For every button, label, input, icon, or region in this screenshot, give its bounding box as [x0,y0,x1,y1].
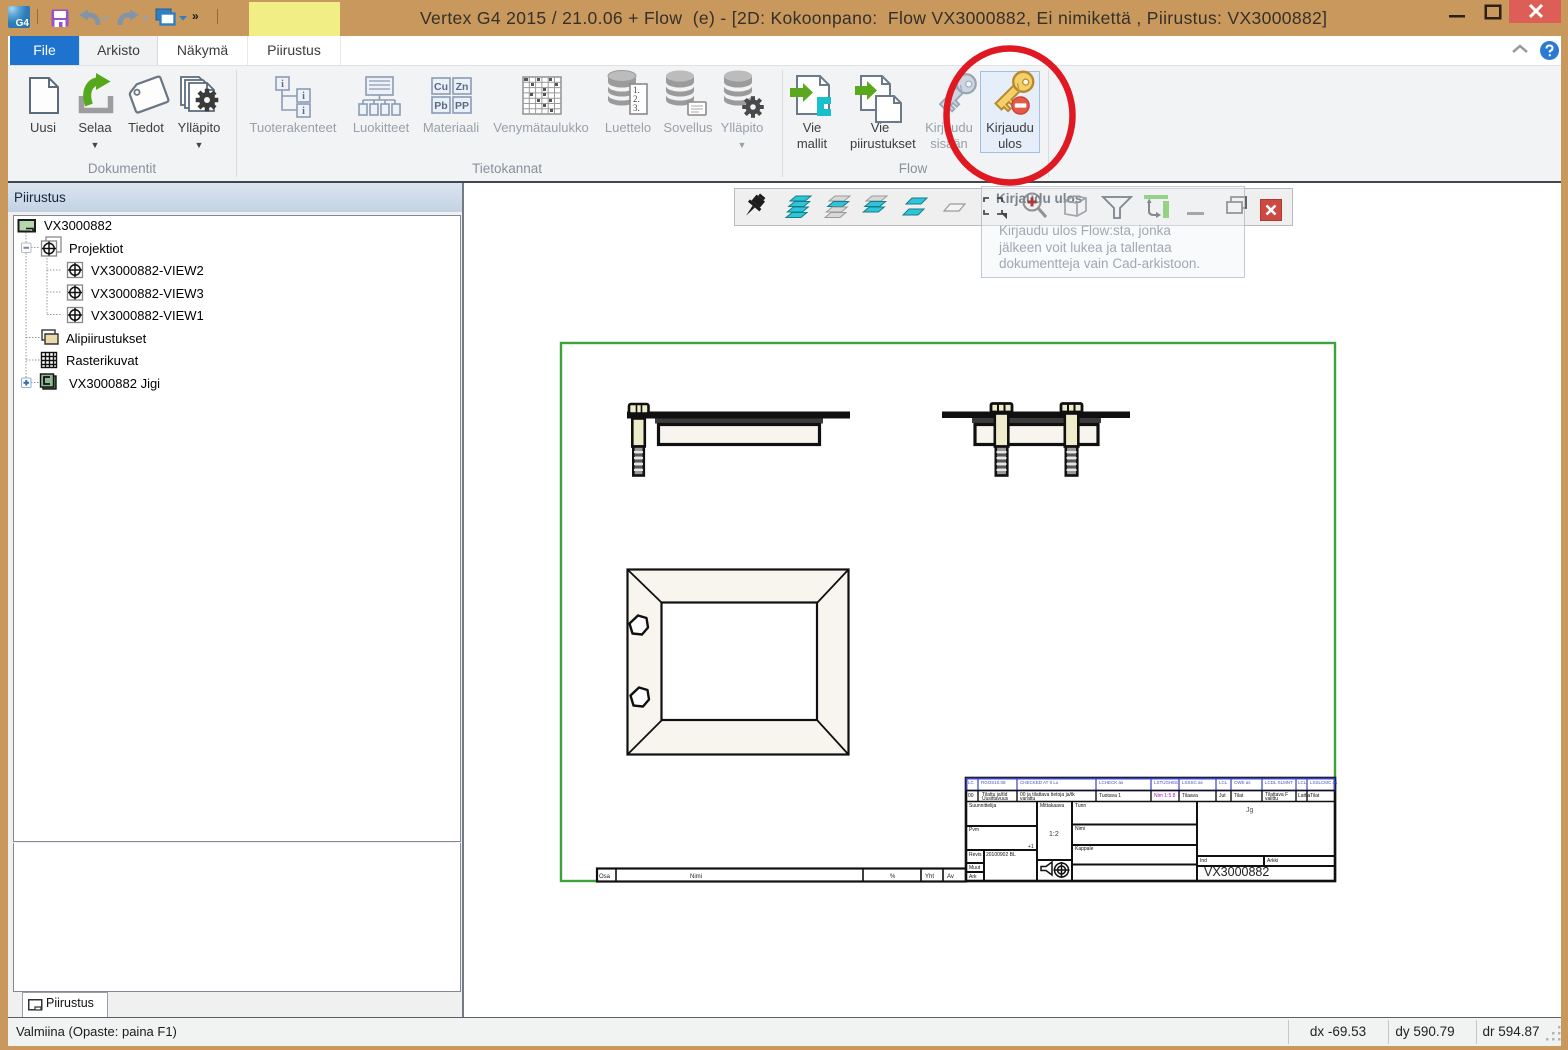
svg-text:LC: LC [968,780,975,785]
svg-text:Tilaava: Tilaava [1182,793,1198,799]
svg-text:LSTUGHEE: LSTUGHEE [1154,780,1178,785]
svg-text:Yht: Yht [925,874,934,880]
svg-text:1:2: 1:2 [1049,831,1059,838]
svg-text:Ind: Ind [1200,858,1207,864]
svg-text:Nimi: Nimi [690,874,702,880]
svg-text:Tuotava 1: Tuotava 1 [1099,793,1121,799]
svg-text:varattu: varattu [1020,796,1036,802]
svg-text:Arkki: Arkki [1267,858,1278,864]
svg-text:Nim 1:5.8: Nim 1:5.8 [1154,793,1176,799]
svg-text:LCL: LCL [1219,780,1228,785]
svg-text:Suunnittelija: Suunnittelija [969,803,996,809]
svg-text:+1: +1 [1028,844,1034,850]
svg-text:CHECKED AT 0 Lu: CHECKED AT 0 Lu [1020,780,1059,785]
svg-text:Tilat: Tilat [1310,793,1320,799]
svg-text:LCHECK as: LCHECK as [1099,780,1124,785]
svg-text:Nimi: Nimi [1075,826,1085,832]
svg-text:Jut: Jut [1219,793,1226,799]
svg-text:Av: Av [947,874,954,880]
svg-text:LCL: LCL [1298,780,1307,785]
svg-text:Mittakaava: Mittakaava [1040,803,1064,809]
svg-text:Osa: Osa [599,874,611,880]
svg-text:LSSSC as: LSSSC as [1182,780,1204,785]
svg-text:valittu: valittu [1265,796,1278,802]
svg-text:00: 00 [968,793,974,799]
svg-text:Ark: Ark [969,874,977,880]
svg-text:LCDL SLMNT: LCDL SLMNT [1265,780,1293,785]
svg-text:CWE as: CWE as [1234,780,1251,785]
svg-text:Pvm: Pvm [969,827,979,833]
svg-text:Uusittavuus: Uusittavuus [982,796,1009,802]
svg-text:RGOS10.08: RGOS10.08 [981,780,1006,785]
svg-text:%: % [890,874,896,880]
svg-text:Tilat: Tilat [1234,793,1244,799]
svg-text:VX3000882: VX3000882 [1204,865,1269,879]
svg-text:Tunn: Tunn [1075,803,1086,809]
svg-text:Lattia: Lattia [1298,793,1310,799]
svg-text:LSSLCMC as: LSSLCMC as [1310,780,1338,785]
svg-text:Revis: Revis [969,852,982,858]
svg-text:Kappale: Kappale [1075,846,1094,852]
svg-text:Muut: Muut [969,865,981,871]
svg-text:Jg: Jg [1246,807,1254,814]
svg-text:20100902 BL: 20100902 BL [986,852,1016,858]
